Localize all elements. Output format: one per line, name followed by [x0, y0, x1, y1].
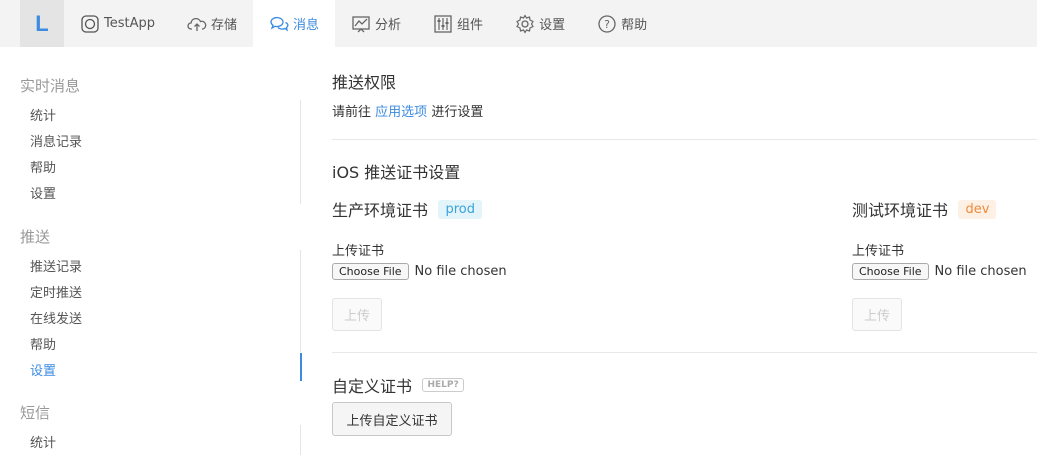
upload-custom-cert-button[interactable]: 上传自定义证书 — [332, 402, 452, 436]
nav-item-analytics[interactable]: 分析 — [335, 0, 417, 47]
help-circle-icon: ? — [598, 14, 616, 33]
push-permission-text: 请前往 应用选项 进行设置 — [332, 101, 483, 120]
ios-cert-title: iOS 推送证书设置 — [332, 163, 461, 182]
dev-choose-file-button[interactable]: Choose File — [852, 263, 929, 280]
nav-item-components[interactable]: 组件 — [417, 0, 499, 47]
sidebar-item-push-log[interactable]: 推送记录 — [30, 256, 82, 275]
prod-upload-label: 上传证书 — [332, 244, 385, 259]
sidebar-item-online-send[interactable]: 在线发送 — [30, 308, 82, 327]
nav-item-help[interactable]: ? 帮助 — [581, 0, 663, 47]
section-divider — [332, 139, 1037, 140]
custom-cert-header: 自定义证书 HELP? — [332, 373, 464, 397]
sidebar-item-settings-active[interactable]: 设置 — [30, 360, 56, 379]
cloud-upload-icon — [187, 17, 207, 31]
dev-upload-label: 上传证书 — [852, 244, 905, 259]
nav-item-messages[interactable]: 消息 — [253, 0, 336, 47]
nav-item-label: 设置 — [539, 18, 566, 33]
sidebar-group-title: 推送 — [20, 228, 51, 246]
sidebar-item-settings[interactable]: 设置 — [30, 183, 56, 202]
sliders-icon — [434, 14, 452, 33]
prod-upload-button[interactable]: 上传 — [332, 298, 382, 331]
dev-cert-header: 测试环境证书 dev — [852, 197, 997, 221]
prod-cert-title: 生产环境证书 — [332, 201, 429, 220]
sidebar-divider — [300, 100, 301, 204]
sidebar-item-stats[interactable]: 统计 — [30, 105, 56, 124]
gear-icon — [516, 13, 534, 34]
prod-file-status: No file chosen — [414, 264, 507, 279]
sidebar-item-sms-stats[interactable]: 统计 — [30, 432, 56, 451]
nav-item-label: 分析 — [375, 18, 402, 33]
nav-item-label: 帮助 — [621, 18, 648, 33]
sidebar-item-scheduled-push[interactable]: 定时推送 — [30, 282, 82, 301]
help-badge[interactable]: HELP? — [422, 378, 464, 392]
svg-text:?: ? — [604, 18, 610, 31]
app-options-link[interactable]: 应用选项 — [375, 105, 427, 120]
sidebar-divider — [300, 250, 301, 352]
push-permission-suffix: 进行设置 — [431, 105, 484, 120]
dev-file-input[interactable]: Choose File No file chosen — [852, 263, 1027, 280]
dev-file-status: No file chosen — [934, 264, 1027, 279]
nav-item-label: 存储 — [211, 18, 238, 33]
sidebar-group-title: 短信 — [20, 404, 51, 422]
app-logo[interactable]: L — [20, 0, 64, 47]
prod-cert-header: 生产环境证书 prod — [332, 197, 482, 221]
dev-cert-title: 测试环境证书 — [852, 201, 949, 220]
dev-upload-button[interactable]: 上传 — [852, 298, 902, 331]
prod-choose-file-button[interactable]: Choose File — [332, 263, 409, 280]
push-permission-prefix: 请前往 — [332, 105, 372, 120]
prod-badge: prod — [438, 199, 482, 219]
top-nav: L TestApp 存储 消息 分析 组件 设置 ? 帮助 — [0, 0, 1037, 47]
app-icon — [81, 14, 99, 33]
nav-item-label: 消息 — [293, 18, 320, 33]
main-content: 推送权限 请前往 应用选项 进行设置 iOS 推送证书设置 生产环境证书 pro… — [332, 47, 1037, 455]
chat-bubbles-icon — [270, 16, 289, 32]
dev-badge: dev — [958, 199, 997, 219]
section-divider — [332, 352, 1037, 353]
sidebar-group-title: 实时消息 — [20, 77, 81, 95]
chart-icon — [352, 15, 370, 32]
sidebar-item-help[interactable]: 帮助 — [30, 157, 56, 176]
sidebar: 实时消息 统计 消息记录 帮助 设置 推送 推送记录 定时推送 在线发送 帮助 … — [0, 47, 302, 455]
prod-file-input[interactable]: Choose File No file chosen — [332, 263, 507, 280]
nav-item-settings[interactable]: 设置 — [499, 0, 581, 47]
sidebar-item-message-log[interactable]: 消息记录 — [30, 131, 82, 150]
nav-item-storage[interactable]: 存储 — [171, 0, 253, 47]
nav-item-label: TestApp — [104, 16, 155, 31]
sidebar-active-indicator — [300, 353, 302, 381]
sidebar-item-help[interactable]: 帮助 — [30, 334, 56, 353]
custom-cert-title: 自定义证书 — [332, 377, 413, 396]
nav-item-label: 组件 — [457, 18, 484, 33]
push-permission-title: 推送权限 — [332, 73, 397, 92]
nav-item-testapp[interactable]: TestApp — [64, 0, 171, 47]
sidebar-divider — [300, 425, 301, 455]
